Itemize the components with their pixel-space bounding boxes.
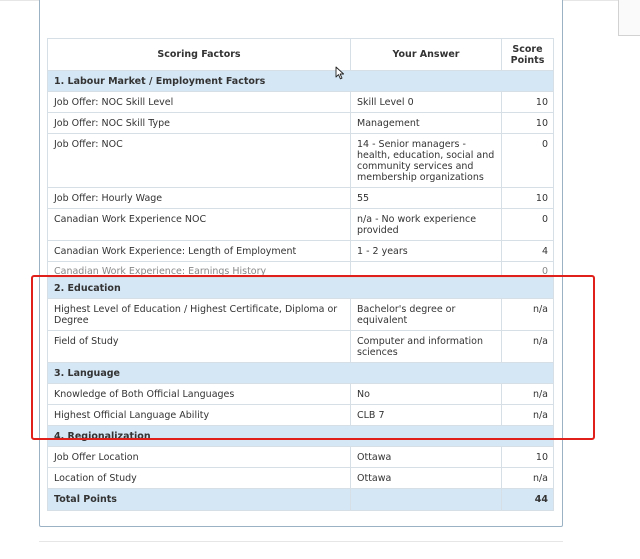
table-row: Highest Level of Education / Highest Cer… <box>47 298 554 331</box>
total-row: Total Points 44 <box>47 488 554 511</box>
header-scoring-factors: Scoring Factors <box>47 38 351 71</box>
points-cell: 10 <box>501 91 554 113</box>
total-empty-cell <box>350 488 502 511</box>
answer-cell: Computer and information sciences <box>350 330 502 363</box>
section-row-education: 2. Education <box>47 277 554 299</box>
section-title: 1. Labour Market / Employment Factors <box>47 70 554 92</box>
answer-cell: 1 - 2 years <box>350 240 502 262</box>
table-row: Knowledge of Both Official Languages No … <box>47 383 554 405</box>
factor-cell: Job Offer: NOC <box>47 133 351 188</box>
header-your-answer: Your Answer <box>350 38 502 71</box>
section-title: 2. Education <box>47 277 554 299</box>
factor-cell: Highest Official Language Ability <box>47 404 351 426</box>
answer-cell <box>350 261 502 278</box>
factor-cell: Job Offer: NOC Skill Type <box>47 112 351 134</box>
table-row: Job Offer: NOC 14 - Senior managers - he… <box>47 133 554 188</box>
answer-cell: Bachelor's degree or equivalent <box>350 298 502 331</box>
points-cell: n/a <box>501 467 554 489</box>
factor-cell: Knowledge of Both Official Languages <box>47 383 351 405</box>
factor-cell: Highest Level of Education / Highest Cer… <box>47 298 351 331</box>
table-header-row: Scoring Factors Your Answer Score Points <box>47 38 554 71</box>
factor-cell: Job Offer Location <box>47 446 351 468</box>
answer-cell: Ottawa <box>350 467 502 489</box>
answer-cell: CLB 7 <box>350 404 502 426</box>
factor-cell: Location of Study <box>47 467 351 489</box>
mouse-pointer-icon <box>335 66 345 80</box>
answer-cell: 55 <box>350 187 502 209</box>
factor-cell: Job Offer: NOC Skill Level <box>47 91 351 113</box>
table-row: Location of Study Ottawa n/a <box>47 467 554 489</box>
points-cell: 10 <box>501 112 554 134</box>
table-row: Job Offer: NOC Skill Type Management 10 <box>47 112 554 134</box>
table-row: Job Offer: Hourly Wage 55 10 <box>47 187 554 209</box>
factor-cell: Field of Study <box>47 330 351 363</box>
factor-cell: Canadian Work Experience NOC <box>47 208 351 241</box>
score-table: Scoring Factors Your Answer Score Points… <box>47 38 554 511</box>
header-score-points: Score Points <box>501 38 554 71</box>
answer-cell: n/a - No work experience provided <box>350 208 502 241</box>
factor-cell: Canadian Work Experience: Length of Empl… <box>47 240 351 262</box>
points-cell: 10 <box>501 187 554 209</box>
points-cell: n/a <box>501 298 554 331</box>
answer-cell: No <box>350 383 502 405</box>
table-row: Highest Official Language Ability CLB 7 … <box>47 404 554 426</box>
answer-cell: 14 - Senior managers - health, education… <box>350 133 502 188</box>
points-cell: 4 <box>501 240 554 262</box>
section-row-language: 3. Language <box>47 362 554 384</box>
table-row: Field of Study Computer and information … <box>47 330 554 363</box>
answer-cell: Management <box>350 112 502 134</box>
section-row-labour-market: 1. Labour Market / Employment Factors <box>47 70 554 92</box>
table-row: Canadian Work Experience: Earnings Histo… <box>47 261 554 278</box>
points-cell: n/a <box>501 330 554 363</box>
section-title: 4. Regionalization <box>47 425 554 447</box>
points-cell: n/a <box>501 404 554 426</box>
section-row-regionalization: 4. Regionalization <box>47 425 554 447</box>
points-cell: 0 <box>501 208 554 241</box>
answer-cell: Ottawa <box>350 446 502 468</box>
total-points: 44 <box>501 488 554 511</box>
answer-cell: Skill Level 0 <box>350 91 502 113</box>
side-panel-tab[interactable] <box>618 0 640 36</box>
section-title: 3. Language <box>47 362 554 384</box>
points-cell: 10 <box>501 446 554 468</box>
factor-cell: Canadian Work Experience: Earnings Histo… <box>47 261 351 278</box>
table-row: Canadian Work Experience: Length of Empl… <box>47 240 554 262</box>
points-cell: n/a <box>501 383 554 405</box>
table-row: Canadian Work Experience NOC n/a - No wo… <box>47 208 554 241</box>
points-cell: 0 <box>501 133 554 188</box>
factor-cell: Job Offer: Hourly Wage <box>47 187 351 209</box>
table-row: Job Offer Location Ottawa 10 <box>47 446 554 468</box>
table-row: Job Offer: NOC Skill Level Skill Level 0… <box>47 91 554 113</box>
total-label: Total Points <box>47 488 351 511</box>
bottom-divider <box>39 541 563 542</box>
points-cell: 0 <box>501 261 554 278</box>
